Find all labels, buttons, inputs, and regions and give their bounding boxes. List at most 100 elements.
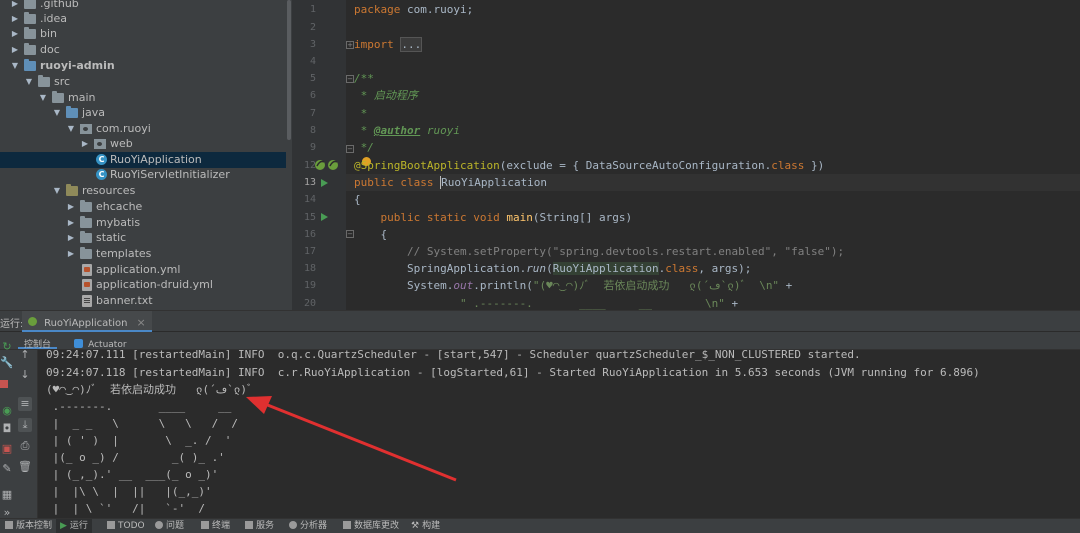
tree-item-label: web [110, 137, 133, 150]
scrollbar-thumb[interactable] [287, 0, 291, 140]
chevron-down-icon[interactable]: ▼ [52, 105, 62, 121]
tree-item-label: application.yml [96, 263, 181, 276]
fold-toggle-icon[interactable]: − [346, 230, 354, 238]
chevron-down-icon[interactable]: ▼ [24, 74, 34, 90]
arrow-up-icon[interactable]: ↑ [18, 348, 32, 362]
tree-item-label: ruoyi-admin [40, 59, 115, 72]
tree-item-label: application-druid.yml [96, 278, 213, 291]
tree-item-label: bin [40, 27, 58, 40]
scroll-to-end-icon[interactable]: ⤓ [18, 418, 32, 432]
tree-item-ehcache[interactable]: ▶ ehcache [0, 199, 286, 215]
fold-toggle-icon[interactable]: − [346, 75, 354, 83]
chevron-right-icon[interactable]: ▶ [10, 42, 20, 58]
run-window-title: 运行: [0, 319, 24, 330]
code-line: { [354, 193, 361, 206]
statusbar-version-control[interactable]: 版本控制 [2, 519, 55, 533]
run-icon: ▶ [60, 521, 67, 531]
tree-item-ruoyi-admin[interactable]: ▼ ruoyi-admin [0, 58, 286, 74]
folder-icon [24, 12, 36, 24]
spring-bean-icon[interactable] [314, 158, 340, 172]
line-number: 4 [309, 56, 316, 67]
tree-item-templates[interactable]: ▶ templates [0, 246, 286, 262]
hammer-icon: ⚒ [411, 521, 420, 531]
arrow-down-icon[interactable]: ↓ [18, 368, 32, 382]
tree-item-bin[interactable]: ▶ bin [0, 26, 286, 42]
source-root-icon [66, 106, 78, 118]
tree-item-web[interactable]: ▶ web [0, 136, 286, 152]
tree-item-banner-txt[interactable]: banner.txt [0, 293, 286, 309]
chevron-right-icon[interactable]: ▶ [66, 230, 76, 246]
tree-item-label: RuoYiServletInitializer [110, 168, 230, 181]
status-bar: 版本控制 ▶ 运行 TODO 问题 终端 服务 分析器 数据库更改 ⚒ 构建 [0, 518, 1080, 533]
package-icon [94, 139, 106, 149]
chevron-down-icon[interactable]: ▼ [52, 183, 62, 199]
line-number: 8 [309, 125, 316, 136]
line-number: 9 [309, 142, 316, 153]
statusbar-profiler[interactable]: 分析器 [286, 519, 330, 533]
chevron-right-icon[interactable]: ▶ [10, 11, 20, 27]
statusbar-database-changes[interactable]: 数据库更改 [340, 519, 402, 533]
tree-item-resources[interactable]: ▼ resources [0, 183, 286, 199]
folder-icon [80, 247, 92, 259]
chevron-down-icon[interactable]: ▼ [38, 90, 48, 106]
tree-item-idea[interactable]: ▶ .idea [0, 11, 286, 27]
package-icon [80, 124, 92, 134]
close-icon[interactable]: × [137, 316, 146, 329]
code-line: * @author ruoyi [354, 124, 460, 137]
code-line: System.out.println("(♥◠‿◠)ﾉﾞ 若依启动成功 ლ(´ڡ… [354, 279, 793, 292]
tree-item-doc[interactable]: ▶ doc [0, 42, 286, 58]
tree-item-mybatis[interactable]: ▶ mybatis [0, 215, 286, 231]
tree-item-static[interactable]: ▶ static [0, 230, 286, 246]
code-line: { [354, 228, 388, 241]
line-number: 6 [309, 90, 316, 101]
trash-icon[interactable]: 🗑 [18, 460, 32, 474]
statusbar-label: 版本控制 [16, 521, 53, 531]
folder-icon [24, 0, 36, 9]
chevron-right-icon[interactable]: ▶ [66, 215, 76, 231]
soft-wrap-icon[interactable]: ≡ [18, 397, 32, 411]
chevron-right-icon[interactable]: ▶ [66, 199, 76, 215]
tree-item-application-druid-yml[interactable]: application-druid.yml [0, 277, 286, 293]
chevron-down-icon[interactable]: ▼ [10, 58, 20, 74]
folded-imports[interactable]: ... [400, 37, 423, 52]
statusbar-label: TODO [118, 521, 145, 531]
problems-icon [155, 521, 163, 529]
chevron-right-icon[interactable]: ▶ [66, 246, 76, 262]
statusbar-terminal[interactable]: 终端 [198, 519, 233, 533]
statusbar-build[interactable]: ⚒ 构建 [408, 519, 443, 533]
tree-item-src[interactable]: ▼ src [0, 74, 286, 90]
tree-item-label: mybatis [96, 216, 141, 229]
line-number: 1 [309, 4, 316, 15]
tree-item-label: templates [96, 247, 152, 260]
print-icon[interactable]: ⎙ [18, 439, 32, 453]
tree-item-ruoyiapplication[interactable]: C RuoYiApplication [0, 152, 286, 168]
folder-icon [80, 200, 92, 212]
tree-item-java[interactable]: ▼ java [0, 105, 286, 121]
fold-toggle-icon[interactable]: − [346, 145, 354, 153]
run-main-icon[interactable] [321, 213, 328, 221]
run-main-icon[interactable] [321, 179, 328, 187]
tree-item-com-ruoyi[interactable]: ▼ com.ruoyi [0, 121, 286, 137]
run-config-tab[interactable]: RuoYiApplication × [22, 311, 152, 332]
resources-root-icon [66, 184, 78, 196]
chevron-down-icon[interactable]: ▼ [66, 121, 76, 137]
chevron-right-icon[interactable]: ▶ [10, 26, 20, 42]
tree-item-application-yml[interactable]: application.yml [0, 262, 286, 278]
code-line: * 启动程序 [354, 89, 418, 102]
yaml-file-icon [82, 264, 92, 276]
console-line: | | \ `' /| `-' / [46, 502, 205, 515]
statusbar-run[interactable]: ▶ 运行 [56, 519, 92, 533]
statusbar-problems[interactable]: 问题 [152, 519, 187, 533]
line-number: 7 [309, 108, 316, 119]
tree-item-main[interactable]: ▼ main [0, 90, 286, 106]
statusbar-todo[interactable]: TODO [104, 519, 148, 533]
statusbar-services[interactable]: 服务 [242, 519, 277, 533]
chevron-right-icon[interactable]: ▶ [80, 136, 90, 152]
tree-item-ruoyiservletinitializer[interactable]: C RuoYiServletInitializer [0, 167, 286, 183]
folder-icon [24, 27, 36, 39]
code-line: SpringApplication.run(RuoYiApplication.c… [354, 262, 752, 275]
todo-icon [107, 521, 115, 529]
fold-toggle-icon[interactable]: + [346, 41, 354, 49]
code-line: /** [354, 72, 374, 85]
stop-icon[interactable] [0, 380, 8, 388]
